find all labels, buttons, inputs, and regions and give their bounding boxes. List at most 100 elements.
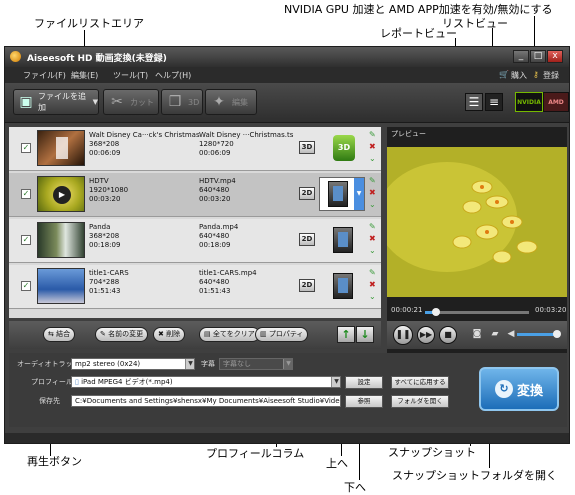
settings-button[interactable]: 設定 (345, 376, 383, 389)
chevron-down-icon[interactable]: ▼ (185, 359, 194, 369)
report-view-button[interactable]: ☰ (465, 93, 483, 111)
output-duration: 00:06:09 (199, 149, 231, 157)
list-view-button[interactable]: ≡ (485, 93, 503, 111)
ipad-icon[interactable] (333, 227, 353, 253)
3d-button[interactable]: ❒ 3D (161, 89, 203, 115)
menu-file[interactable]: ファイル(F) (23, 70, 66, 81)
chevron-down-icon[interactable]: ▼ (331, 377, 340, 387)
file-checkbox[interactable]: ✓ (21, 189, 31, 199)
edit-label: 編集 (232, 97, 248, 107)
register-link[interactable]: 登録 (543, 70, 559, 81)
output-resolution: 640*480 (199, 232, 230, 240)
expand-icon[interactable]: ⌄ (369, 293, 376, 301)
edit-icon[interactable]: ✎ (369, 269, 376, 277)
browse-button[interactable]: 参照 (345, 395, 383, 408)
menu-tools[interactable]: ツール(T) (113, 70, 148, 81)
expand-icon[interactable]: ⌄ (369, 247, 376, 255)
file-row[interactable]: ✓ title1-CARS 704*288 01:51:43 title1-CA… (9, 265, 381, 309)
volume-slider[interactable] (517, 330, 561, 338)
subtitle-label: 字幕 (201, 360, 215, 368)
close-button[interactable]: x (547, 50, 563, 63)
file-row[interactable]: ✓ ▶ HDTV 1920*1080 00:03:20 HDTV.mp4 640… (9, 173, 381, 217)
fast-forward-button[interactable]: ▶▶ (417, 326, 435, 344)
delete-icon[interactable]: ✖ (369, 189, 376, 197)
mode-badge[interactable]: 3D (299, 141, 315, 154)
source-info: Walt Disney Ca···ck's Christmas 368*208 … (89, 131, 200, 158)
source-duration: 01:51:43 (89, 287, 121, 295)
menu-help[interactable]: ヘルプ(H) (155, 70, 191, 81)
move-up-button[interactable]: ↑ (337, 326, 355, 343)
convert-icon: ↻ (494, 380, 513, 398)
open-folder-button[interactable]: フォルダを開く (391, 395, 449, 408)
seek-handle[interactable] (431, 308, 440, 316)
properties-button[interactable]: ▥ プロパティ (255, 327, 309, 342)
convert-button[interactable]: ↻ 変換 (479, 367, 559, 411)
file-row[interactable]: ✓ Panda 368*208 00:18:09 Panda.mp4 640*4… (9, 219, 381, 263)
delete-icon[interactable]: ✖ (369, 235, 376, 243)
play-icon[interactable]: ▶ (53, 186, 71, 204)
seek-bar[interactable] (425, 308, 529, 316)
minimize-button[interactable]: _ (513, 50, 529, 63)
edit-icon[interactable]: ✎ (369, 131, 376, 139)
file-checkbox[interactable]: ✓ (21, 281, 31, 291)
annotation-file-list: ファイルリストエリア (34, 17, 144, 30)
add-file-button[interactable]: ▣ ファイルを追加 ▼ (13, 89, 99, 115)
3d-profile-icon[interactable]: 3D (333, 135, 355, 161)
source-duration: 00:03:20 (89, 195, 121, 203)
delete-button[interactable]: ✖ 削除 (153, 327, 186, 342)
profile-select[interactable]: ▯ iPad MPEG4 ビデオ(*.mp4) ▼ (71, 376, 341, 388)
snapshot-icon[interactable]: ◙ (471, 329, 483, 340)
snapshot-folder-icon[interactable]: ▰ (489, 329, 501, 340)
move-down-button[interactable]: ↓ (356, 326, 374, 343)
volume-icon[interactable]: ◀ (505, 329, 517, 340)
destination-field[interactable]: C:¥Documents and Settings¥shensx¥My Docu… (71, 395, 341, 407)
volume-handle[interactable] (553, 330, 561, 338)
source-info: title1-CARS 704*288 01:51:43 (89, 269, 129, 296)
subtitle-select[interactable]: 字幕なし ▼ (219, 358, 293, 370)
output-resolution: 640*480 (199, 278, 230, 286)
source-duration: 00:06:09 (89, 149, 121, 157)
expand-icon[interactable]: ⌄ (369, 155, 376, 163)
cut-button[interactable]: ✂ カット (103, 89, 159, 115)
delete-icon[interactable]: ✖ (369, 143, 376, 151)
edit-icon[interactable]: ✎ (369, 223, 376, 231)
audio-track-select[interactable]: mp2 stereo (0x24) ▼ (71, 358, 195, 370)
menu-edit[interactable]: 編集(E) (71, 70, 98, 81)
ipad-icon[interactable] (333, 273, 353, 299)
pause-button[interactable]: ❚❚ (393, 325, 413, 345)
purchase-link[interactable]: 購入 (511, 70, 527, 81)
cut-label: カット (130, 97, 154, 107)
amd-accel-button[interactable]: AMD (543, 92, 569, 112)
expand-icon[interactable]: ⌄ (369, 201, 376, 209)
file-checkbox[interactable]: ✓ (21, 235, 31, 245)
merge-button[interactable]: ⇆ 結合 (43, 327, 76, 342)
mode-badge[interactable]: 2D (299, 233, 315, 246)
chevron-down-icon[interactable]: ▼ (283, 359, 292, 369)
mode-badge[interactable]: 2D (299, 187, 315, 200)
chevron-down-icon[interactable]: ▼ (93, 98, 98, 106)
maximize-button[interactable]: □ (530, 50, 546, 63)
preview-video (387, 147, 567, 297)
toolbar: ▣ ファイルを追加 ▼ ✂ カット ❒ 3D ✦ 編集 ☰ ≡ NVIDIA A… (5, 83, 569, 123)
edit-button[interactable]: ✦ 編集 (205, 89, 257, 115)
mode-badge[interactable]: 2D (299, 279, 315, 292)
chevron-down-icon[interactable]: ▼ (354, 178, 364, 210)
cart-icon: 🛒 (499, 70, 509, 79)
delete-icon[interactable]: ✖ (369, 281, 376, 289)
source-resolution: 1920*1080 (89, 186, 129, 194)
annotation-report-view: レポートビュー (380, 27, 457, 40)
key-icon: ⚷ (533, 70, 539, 79)
output-info: HDTV.mp4 640*480 00:03:20 (199, 177, 236, 204)
total-time: 00:03:20 (535, 306, 567, 314)
edit-icon[interactable]: ✎ (369, 177, 376, 185)
nvidia-accel-button[interactable]: NVIDIA (515, 92, 543, 112)
profile-selector[interactable]: ▼ (319, 177, 365, 211)
clear-all-button[interactable]: ▤ 全てをクリア (199, 327, 260, 342)
file-checkbox[interactable]: ✓ (21, 143, 31, 153)
scissors-icon: ✂ (111, 94, 123, 110)
rename-button[interactable]: ✎ 名前の変更 (95, 327, 149, 342)
stop-button[interactable]: ■ (439, 326, 457, 344)
apply-to-all-button[interactable]: すべてに応用する (391, 376, 449, 389)
file-row[interactable]: ✓ Walt Disney Ca···ck's Christmas 368*20… (9, 127, 381, 171)
output-settings: オーディオトラック mp2 stereo (0x24) ▼ 字幕 字幕なし ▼ … (9, 353, 567, 427)
